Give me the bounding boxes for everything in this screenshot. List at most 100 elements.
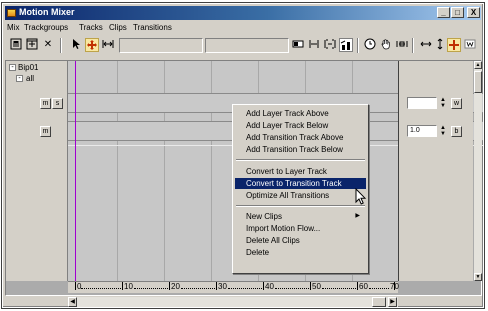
horizontal-scrollbar[interactable]: ◀ ▶	[68, 297, 398, 307]
weight-button-1[interactable]: w	[451, 98, 462, 109]
scroll-right-icon[interactable]: ▶	[388, 297, 397, 307]
menu-item-convert-to-layer-track[interactable]: Convert to Layer Track	[235, 166, 366, 177]
motion-mixer-window: Motion Mixer _ □ X Mix Trackgroups Track…	[2, 3, 484, 308]
horizontal-scroll-thumb[interactable]	[372, 297, 386, 307]
ruler-tick	[310, 282, 311, 290]
ruler-dots	[275, 288, 309, 289]
menu-item-delete-all-clips[interactable]: Delete All Clips	[235, 235, 366, 246]
toolbar-separator	[60, 38, 62, 53]
pan-hand-icon[interactable]	[379, 38, 393, 52]
add-trackgroup-icon[interactable]	[25, 38, 39, 52]
ruler-tick	[169, 282, 170, 290]
expand-all-toggle[interactable]: -	[16, 75, 23, 82]
ruler-dots	[322, 288, 356, 289]
menu-item-optimize-all-transitions[interactable]: Optimize All Transitions	[235, 190, 366, 201]
balance-weights-icon[interactable]	[339, 38, 353, 52]
menu-item-new-clips-label: New Clips	[246, 212, 283, 221]
menu-item-add-layer-track-below[interactable]: Add Layer Track Below	[235, 120, 366, 131]
menu-separator	[236, 205, 365, 207]
minimize-button[interactable]: _	[437, 7, 450, 18]
spinner-arrows-1[interactable]: ▲ ▼	[439, 97, 447, 109]
ruler-dots	[134, 288, 168, 289]
ruler-dots	[181, 288, 215, 289]
tree-group-label: all	[26, 74, 35, 83]
ruler-tick	[263, 282, 264, 290]
toolbar-separator	[412, 38, 414, 53]
clock-icon[interactable]	[363, 38, 377, 52]
move-clips-icon[interactable]	[85, 38, 99, 52]
scroll-down-icon[interactable]: ▼	[474, 273, 482, 281]
scale-clip-icon[interactable]	[101, 38, 115, 52]
submenu-arrow-icon: ▶	[355, 213, 360, 219]
menu-tracks[interactable]: Tracks	[79, 23, 103, 32]
transition-icon[interactable]	[291, 38, 305, 52]
mouse-cursor-icon	[355, 187, 367, 206]
menu-item-convert-to-transition-track[interactable]: Convert to Transition Track	[235, 178, 366, 189]
ruler-label: 20	[171, 282, 180, 291]
menu-item-add-transition-track-above[interactable]: Add Transition Track Above	[235, 132, 366, 143]
mute-button-track-2[interactable]: m	[40, 126, 51, 137]
scroll-up-icon[interactable]: ▲	[474, 61, 482, 69]
solo-button-track-1[interactable]: s	[52, 98, 63, 109]
zoom-region-icon[interactable]	[447, 38, 461, 52]
menu-bar: Mix Trackgroups Tracks Clips Transitions	[5, 22, 481, 34]
tree-root-label: Bip01	[18, 63, 39, 72]
ruler-dots	[228, 288, 262, 289]
zoom-extents-icon[interactable]	[395, 38, 409, 52]
menu-item-add-layer-track-above[interactable]: Add Layer Track Above	[235, 108, 366, 119]
time-slider-line[interactable]	[75, 61, 76, 293]
maximize-button[interactable]: □	[451, 7, 464, 18]
ruler-tick	[75, 282, 76, 290]
app-icon	[7, 9, 16, 17]
ruler-dots	[369, 288, 389, 289]
trackgroup-filter-icon[interactable]	[9, 38, 23, 52]
toolbar-separator	[357, 38, 359, 53]
menu-transitions[interactable]: Transitions	[133, 23, 172, 32]
ruler-label: 40	[265, 282, 274, 291]
scroll-left-icon[interactable]: ◀	[68, 297, 77, 307]
zoom-vertical-icon[interactable]	[433, 38, 447, 52]
spinner-arrows-2[interactable]: ▲ ▼	[439, 125, 447, 137]
ruler-label: 70	[390, 282, 399, 291]
ruler-label: 60	[359, 282, 368, 291]
time-ruler[interactable]: 0 10 20 30 40 50 60 70	[68, 281, 399, 293]
zoom-horizontal-icon[interactable]	[419, 38, 433, 52]
toolbar: ✕	[5, 35, 481, 57]
bracket-range-icon[interactable]	[307, 38, 321, 52]
menu-item-import-motion-flow[interactable]: Import Motion Flow...	[235, 223, 366, 234]
menu-trackgroups[interactable]: Trackgroups	[24, 23, 68, 32]
context-menu: Add Layer Track Above Add Layer Track Be…	[232, 104, 369, 274]
ruler-label: 10	[124, 282, 133, 291]
expand-bip01-toggle[interactable]: -	[9, 64, 16, 71]
ruler-tick	[216, 282, 217, 290]
delete-icon[interactable]: ✕	[41, 38, 55, 52]
frame-range-icon[interactable]	[323, 38, 337, 52]
menu-item-new-clips[interactable]: New Clips ▶	[235, 211, 366, 222]
weight-toggle-icon[interactable]	[463, 38, 477, 52]
ruler-tick	[357, 282, 358, 290]
ruler-dots	[81, 288, 121, 289]
ruler-tick	[122, 282, 123, 290]
menu-clips[interactable]: Clips	[109, 23, 127, 32]
ruler-label: 0	[77, 282, 82, 291]
ruler-label: 50	[312, 282, 321, 291]
time-field-2[interactable]	[205, 38, 289, 53]
vertical-scroll-thumb[interactable]	[474, 71, 482, 93]
track-list-panel: - Bip01 - all m s m	[6, 61, 68, 281]
weight-spinner-2[interactable]: 1.0	[407, 125, 437, 137]
weight-spinner-1[interactable]	[407, 97, 437, 109]
menu-mix[interactable]: Mix	[7, 23, 19, 32]
menu-separator	[236, 159, 365, 161]
menu-item-add-transition-track-below[interactable]: Add Transition Track Below	[235, 144, 366, 155]
menu-item-delete[interactable]: Delete	[235, 247, 366, 258]
title-bar[interactable]: Motion Mixer _ □ X	[5, 6, 481, 20]
mute-button-track-1[interactable]: m	[40, 98, 51, 109]
vertical-scrollbar[interactable]: ▲ ▼	[474, 61, 482, 281]
close-button[interactable]: X	[467, 7, 480, 18]
time-field-1[interactable]	[119, 38, 203, 53]
window-title: Motion Mixer	[19, 7, 75, 17]
weights-panel: ▲ ▼ w 1.0 ▲ ▼ b	[398, 61, 473, 281]
select-arrow-icon[interactable]	[69, 38, 83, 52]
blend-button-2[interactable]: b	[451, 126, 462, 137]
ruler-label: 30	[218, 282, 227, 291]
